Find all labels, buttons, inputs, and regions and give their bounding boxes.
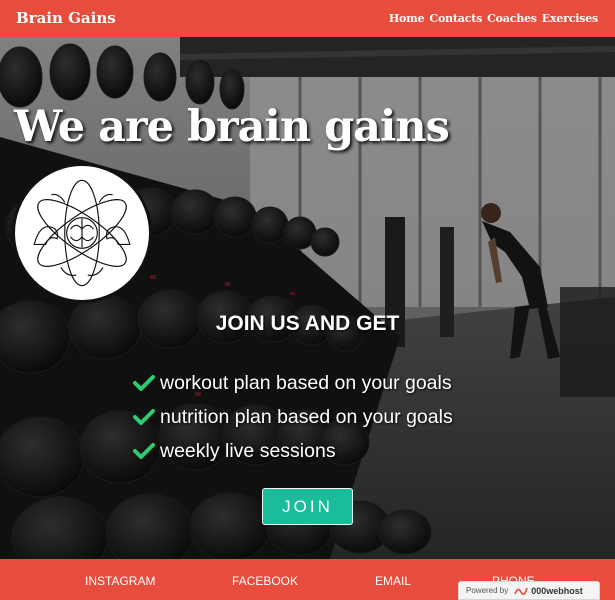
powered-by-badge[interactable]: Powered by 000webhost xyxy=(458,581,600,600)
benefit-text-nutrition: nutrition plan based on your goals xyxy=(160,405,453,428)
benefit-text-live-sessions: weekly live sessions xyxy=(160,439,336,462)
nav-link-coaches[interactable]: Coaches xyxy=(487,12,537,25)
benefit-item: weekly live sessions xyxy=(133,434,453,468)
footer-link-instagram[interactable]: INSTAGRAM xyxy=(85,574,155,588)
footer-link-facebook[interactable]: FACEBOOK xyxy=(232,574,298,588)
footer-link-email[interactable]: EMAIL xyxy=(375,574,411,588)
benefit-item: workout plan based on your goals xyxy=(133,366,453,400)
nav-link-contacts[interactable]: Contacts xyxy=(429,12,482,25)
join-us-heading: JOIN US AND GET xyxy=(215,312,400,335)
brain-gains-logo-icon xyxy=(12,163,152,303)
check-icon xyxy=(133,409,155,425)
main-nav: Home Contacts Coaches Exercises xyxy=(389,12,598,25)
top-navbar: Brain Gains Home Contacts Coaches Exerci… xyxy=(0,0,615,37)
check-icon xyxy=(133,375,155,391)
powered-by-label: Powered by xyxy=(466,586,509,595)
check-icon xyxy=(133,443,155,459)
benefit-item: nutrition plan based on your goals xyxy=(133,400,453,434)
brand-title[interactable]: Brain Gains xyxy=(16,9,116,27)
nav-link-exercises[interactable]: Exercises xyxy=(542,12,598,25)
webhost-label: 000webhost xyxy=(531,585,583,596)
webhost-logo-icon xyxy=(514,587,529,595)
join-button[interactable]: JOIN xyxy=(262,488,353,525)
benefit-text-workout: workout plan based on your goals xyxy=(160,371,452,394)
benefits-list: workout plan based on your goals nutriti… xyxy=(133,366,453,468)
hero-headline: We are brain gains xyxy=(14,102,450,152)
hero-section: We are brain gains JOIN US AND GET worko… xyxy=(0,37,615,559)
nav-link-home[interactable]: Home xyxy=(389,12,425,25)
